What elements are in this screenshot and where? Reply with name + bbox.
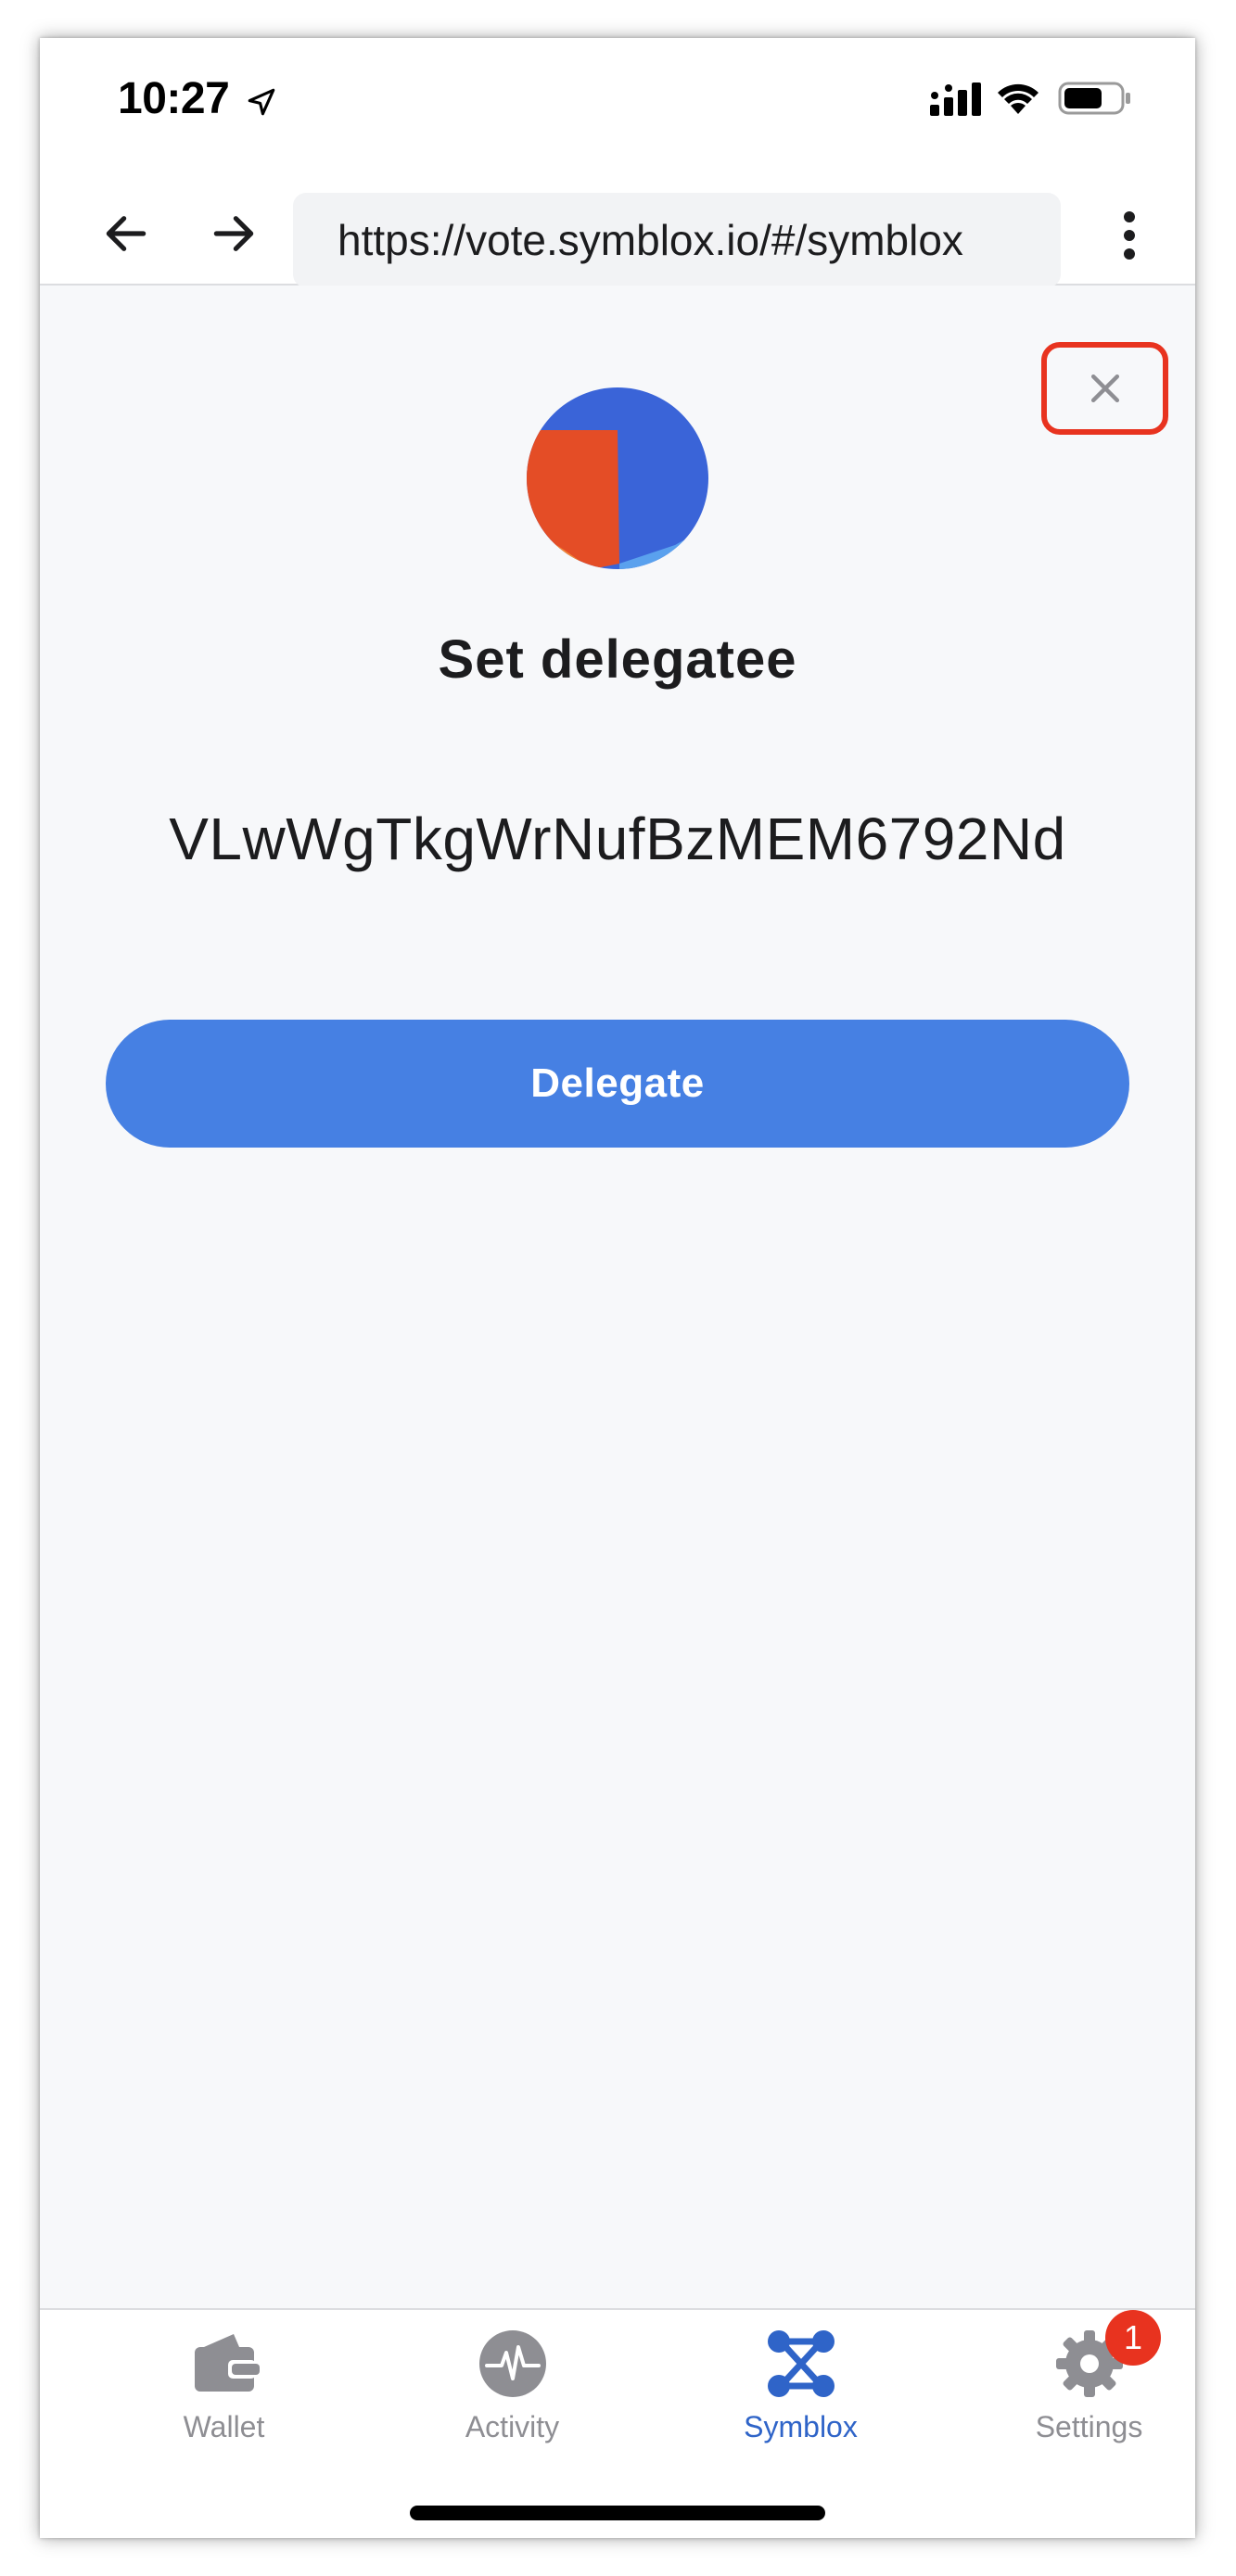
status-bar: 10:27 [40, 38, 1195, 177]
avatar [527, 387, 708, 569]
more-menu-button[interactable] [1106, 205, 1153, 266]
signal-icon [930, 82, 981, 116]
delegate-button[interactable]: Delegate [106, 1020, 1129, 1148]
more-vertical-icon [1124, 211, 1135, 260]
delegatee-address: VLwWgTkgWrNufBzMEM6792Nd [169, 806, 1066, 872]
tab-bar: Wallet Activity Symblox 1 Settings [40, 2308, 1195, 2538]
home-indicator[interactable] [410, 2506, 825, 2520]
battery-icon [1058, 82, 1130, 115]
tab-symblox[interactable]: Symblox [656, 2310, 945, 2468]
tab-label-settings: Settings [1035, 2410, 1143, 2443]
wallet-icon [194, 2334, 260, 2392]
url-field[interactable]: https://vote.symblox.io/#/symblox [293, 193, 1061, 287]
tab-wallet[interactable]: Wallet [80, 2310, 368, 2468]
url-text: https://vote.symblox.io/#/symblox [338, 216, 963, 264]
wifi-icon [998, 83, 1038, 114]
forward-arrow-icon [213, 216, 254, 251]
settings-badge: 1 [1105, 2310, 1161, 2366]
page: 10:27 https://vote.symblox.io/#/symblox … [0, 0, 1236, 2576]
forward-button[interactable] [203, 203, 264, 264]
back-arrow-icon [106, 216, 147, 251]
browser-toolbar: https://vote.symblox.io/#/symblox [40, 177, 1195, 287]
tab-label-symblox: Symblox [744, 2410, 858, 2443]
location-arrow-icon [248, 88, 275, 116]
close-icon [1090, 374, 1119, 403]
close-button[interactable] [1041, 342, 1168, 435]
modal-title: Set delegatee [438, 629, 797, 690]
tab-label-wallet: Wallet [183, 2410, 265, 2443]
tab-settings[interactable]: 1 Settings [945, 2310, 1195, 2468]
tab-label-activity: Activity [465, 2410, 560, 2443]
phone-screen: 10:27 https://vote.symblox.io/#/symblox … [40, 38, 1195, 2538]
symblox-icon [767, 2330, 835, 2397]
tab-activity[interactable]: Activity [368, 2310, 656, 2468]
delegatee-modal: Set delegatee VLwWgTkgWrNufBzMEM6792Nd D… [40, 286, 1195, 2308]
status-time: 10:27 [118, 74, 230, 123]
back-button[interactable] [96, 203, 157, 264]
activity-icon [478, 2330, 546, 2397]
